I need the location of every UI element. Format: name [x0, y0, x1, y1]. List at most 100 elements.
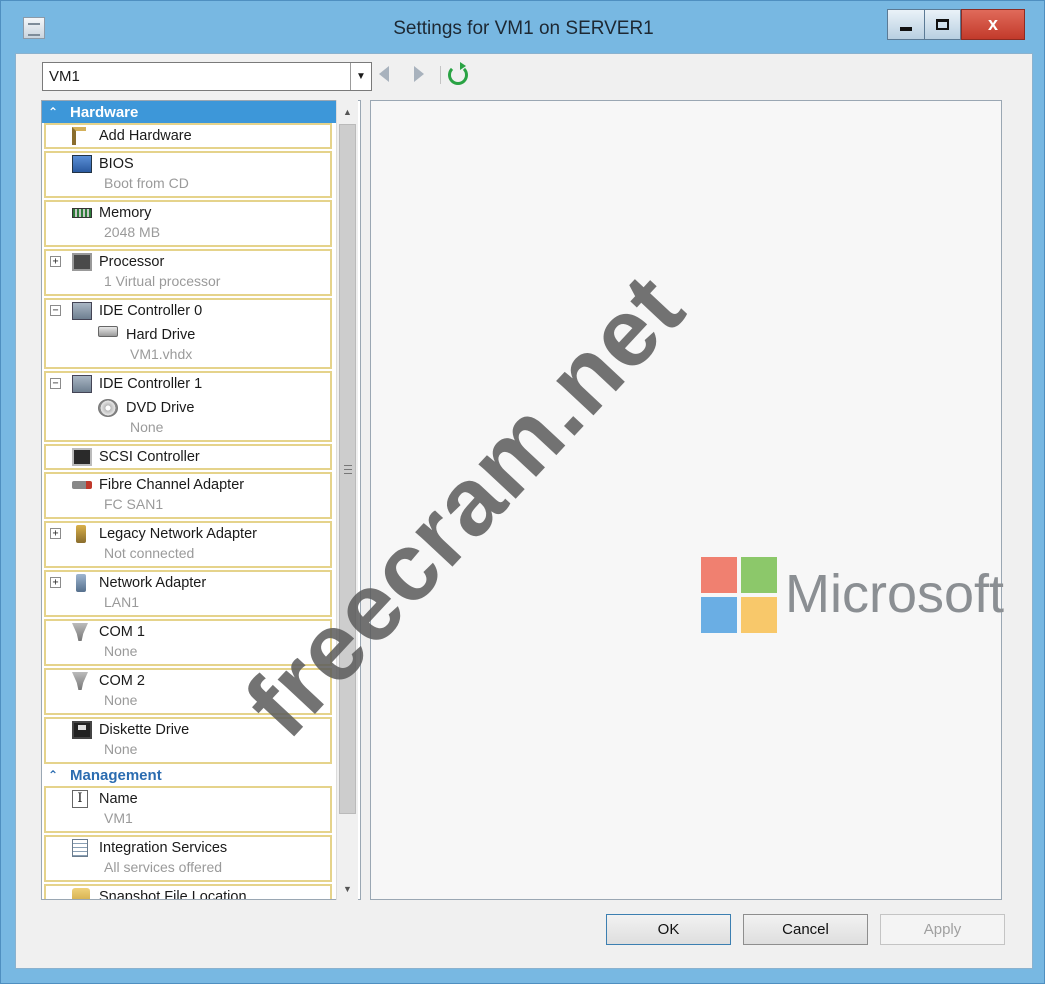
- tree-item-memory[interactable]: Memory 2048 MB: [44, 200, 332, 247]
- tree-item-diskette-drive[interactable]: Diskette Drive None: [44, 717, 332, 764]
- tree-item-row[interactable]: Memory: [46, 202, 330, 224]
- tree-child-label: DVD Drive: [126, 400, 195, 416]
- scsi-controller-icon: [72, 448, 92, 466]
- tree-item-row[interactable]: BIOS: [46, 153, 330, 175]
- refresh-icon[interactable]: [448, 62, 468, 85]
- tree-item-detail: Boot from CD: [104, 175, 189, 191]
- tree-item-integration-services[interactable]: Integration Services All services offered: [44, 835, 332, 882]
- tree-item-detail: LAN1: [104, 594, 140, 610]
- tree-item-row[interactable]: + Legacy Network Adapter: [46, 523, 330, 545]
- tree-item-row[interactable]: Fibre Channel Adapter: [46, 474, 330, 496]
- tree-item-row[interactable]: Diskette Drive: [46, 719, 330, 741]
- ok-button[interactable]: OK: [606, 914, 731, 945]
- expand-icon[interactable]: +: [50, 577, 61, 588]
- title-bar[interactable]: Settings for VM1 on SERVER1 x: [1, 1, 1045, 53]
- tree-item-bios[interactable]: BIOS Boot from CD: [44, 151, 332, 198]
- integration-services-icon: [72, 839, 88, 857]
- minimize-button[interactable]: [887, 9, 925, 40]
- tree-item-row[interactable]: − IDE Controller 0: [46, 300, 330, 322]
- tree-item-name[interactable]: I Name VM1: [44, 786, 332, 833]
- tree-item-label: IDE Controller 1: [99, 376, 203, 392]
- maximize-button[interactable]: [924, 9, 961, 40]
- forward-arrow-icon[interactable]: [414, 66, 424, 82]
- tree-item-label: Diskette Drive: [99, 722, 190, 738]
- tree-item-row[interactable]: + Processor: [46, 251, 330, 273]
- ide-controller-icon: [72, 375, 92, 393]
- cancel-button[interactable]: Cancel: [743, 914, 868, 945]
- network-adapter-icon: [76, 574, 86, 592]
- management-section-header[interactable]: ⌃ Management: [42, 764, 338, 786]
- tree-item-row[interactable]: − IDE Controller 1: [46, 373, 330, 395]
- expand-icon[interactable]: +: [50, 256, 61, 267]
- com-port-icon: [72, 672, 88, 690]
- tree-scrollbar[interactable]: ▲ ▼: [336, 100, 358, 900]
- maximize-icon: [936, 19, 949, 30]
- tree-item-label: IDE Controller 0: [99, 303, 203, 319]
- vm-selector-dropdown[interactable]: VM1 ▼: [42, 62, 372, 91]
- chevron-down-icon[interactable]: ▼: [350, 63, 371, 90]
- collapse-icon[interactable]: −: [50, 378, 61, 389]
- tree-item-row[interactable]: COM 2: [46, 670, 330, 692]
- tree-item-network-adapter[interactable]: + Network Adapter LAN1: [44, 570, 332, 617]
- tree-item-snapshot-file-location[interactable]: Snapshot File LocationC:\ProgramData\Mic…: [44, 884, 332, 900]
- tree-item-row[interactable]: Snapshot File Location: [46, 886, 330, 900]
- tree-item-legacy-network-adapter[interactable]: + Legacy Network Adapter Not connected: [44, 521, 332, 568]
- tree-item-label: Legacy Network Adapter: [99, 526, 257, 542]
- tree-item-label: Fibre Channel Adapter: [99, 477, 245, 493]
- collapse-chevron-icon[interactable]: ⌃: [48, 768, 70, 782]
- diskette-icon: [72, 721, 92, 739]
- tree-item-row[interactable]: Integration Services: [46, 837, 330, 859]
- settings-tree: ⌃ Hardware Add Hardware BIOS Boot from CD Mem…: [41, 100, 361, 900]
- tree-item-label: Network Adapter: [99, 575, 207, 591]
- scroll-up-icon[interactable]: ▲: [337, 101, 358, 122]
- tree-item-add-hardware[interactable]: Add Hardware: [44, 123, 332, 149]
- tree-item-com-1[interactable]: COM 1 None: [44, 619, 332, 666]
- settings-window: Settings for VM1 on SERVER1 x VM1 ▼ ⌃ Har…: [0, 0, 1045, 984]
- tree-item-detail: FC SAN1: [104, 496, 164, 512]
- tree-item-label: SCSI Controller: [99, 449, 200, 465]
- hardware-section-header[interactable]: ⌃ Hardware: [42, 101, 338, 123]
- tree-item-row[interactable]: Add Hardware: [46, 125, 330, 147]
- com-port-icon: [72, 623, 88, 641]
- tree-item-detail: VM1: [104, 810, 133, 826]
- tree-child-dvd-drive[interactable]: DVD Drive: [46, 395, 330, 419]
- tree-item-row[interactable]: I Name: [46, 788, 330, 810]
- tree-item-fibre-channel-adapter[interactable]: Fibre Channel Adapter FC SAN1: [44, 472, 332, 519]
- snapshot-location-icon: [72, 888, 90, 899]
- collapse-icon[interactable]: −: [50, 305, 61, 316]
- hard-drive-icon: [98, 326, 118, 337]
- tree-child-hard-drive[interactable]: Hard Drive: [46, 322, 330, 346]
- bios-icon: [72, 155, 92, 173]
- close-button[interactable]: x: [961, 9, 1025, 40]
- tree-item-row[interactable]: SCSI Controller: [46, 446, 330, 468]
- scroll-down-icon[interactable]: ▼: [337, 878, 358, 899]
- tree-item-row[interactable]: COM 1: [46, 621, 330, 643]
- tree-item-scsi-controller[interactable]: SCSI Controller: [44, 444, 332, 470]
- expand-icon[interactable]: +: [50, 528, 61, 539]
- tree-item-processor[interactable]: + Processor 1 Virtual processor: [44, 249, 332, 296]
- tree-item-label: COM 1: [99, 624, 145, 640]
- tree-item-com-2[interactable]: COM 2 None: [44, 668, 332, 715]
- back-arrow-icon[interactable]: [379, 66, 389, 82]
- scrollbar-thumb[interactable]: [339, 124, 356, 814]
- tree-child-label: Hard Drive: [126, 327, 196, 343]
- apply-button[interactable]: Apply: [880, 914, 1005, 945]
- vm-selector-value: VM1: [49, 68, 80, 85]
- settings-tree-list: ⌃ Hardware Add Hardware BIOS Boot from CD Mem…: [42, 101, 338, 900]
- tree-item-row[interactable]: + Network Adapter: [46, 572, 330, 594]
- name-icon: I: [72, 790, 88, 808]
- legacy-network-icon: [76, 525, 86, 543]
- close-icon: x: [987, 14, 998, 34]
- collapse-chevron-icon[interactable]: ⌃: [48, 105, 70, 119]
- memory-icon: [72, 208, 92, 218]
- microsoft-wordmark: Microsoft: [785, 564, 1005, 624]
- tree-item-ide-controller-0[interactable]: − IDE Controller 0 Hard Drive VM1.vhdx: [44, 298, 332, 369]
- tree-item-detail: None: [104, 692, 138, 708]
- tree-item-detail: Not connected: [104, 545, 195, 561]
- microsoft-logo-icon: [701, 557, 779, 635]
- tree-item-label: Snapshot File Location: [99, 889, 247, 900]
- processor-icon: [72, 253, 92, 271]
- tree-item-label: Processor: [99, 254, 165, 270]
- tree-item-ide-controller-1[interactable]: − IDE Controller 1 DVD Drive None: [44, 371, 332, 442]
- tree-item-label: COM 2: [99, 673, 145, 689]
